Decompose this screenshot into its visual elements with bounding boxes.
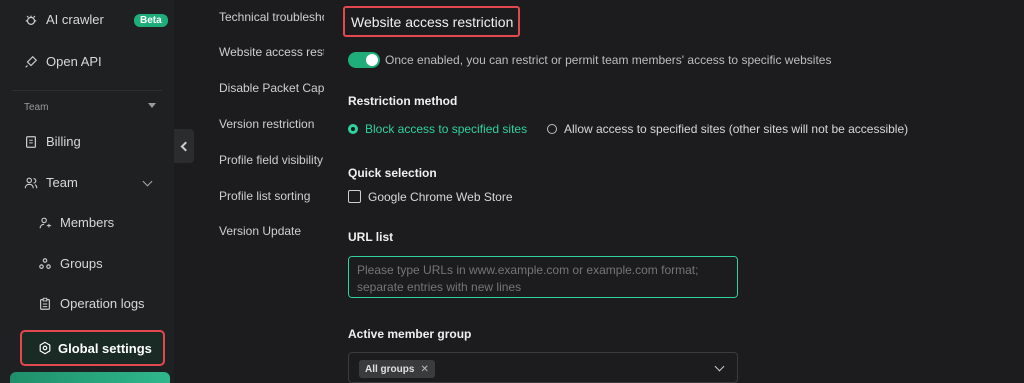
subnav-item-version-restriction[interactable]: Version restriction: [219, 117, 324, 131]
close-icon[interactable]: ✕: [420, 364, 428, 375]
users-icon: [24, 177, 38, 188]
chrome-web-store-label[interactable]: Google Chrome Web Store: [368, 190, 513, 204]
sidebar-item-operation-logs[interactable]: Operation logs: [38, 296, 145, 311]
url-list-input[interactable]: [348, 256, 738, 298]
radio-block-access-label[interactable]: Block access to specified sites: [365, 122, 527, 136]
sidebar-item-ai-crawler[interactable]: AI crawler: [24, 12, 104, 27]
chevron-down-icon[interactable]: [142, 176, 153, 187]
sidebar-item-label: Groups: [60, 256, 103, 271]
subnav-item-version-update[interactable]: Version Update: [219, 224, 324, 238]
group-tag: All groups ✕: [359, 360, 435, 378]
sidebar-item-groups[interactable]: Groups: [38, 256, 103, 271]
member-group-select[interactable]: All groups ✕: [348, 352, 738, 383]
sidebar-item-label: Members: [60, 215, 115, 230]
sidebar-item-label: Global settings: [58, 340, 152, 356]
chrome-web-store-checkbox[interactable]: [348, 190, 361, 203]
restriction-method-label: Restriction method: [348, 94, 458, 108]
main-panel: Website access restriction Once enabled,…: [334, 0, 1024, 383]
subnav-item-profile-field-visibility[interactable]: Profile field visibility: [219, 153, 324, 167]
group-icon: [39, 257, 51, 269]
radio-allow-access[interactable]: [547, 124, 557, 134]
collapse-sidebar-button[interactable]: [174, 129, 194, 163]
sidebar-item-label: Operation logs: [60, 296, 145, 311]
sidebar-bottom-button[interactable]: [10, 372, 170, 383]
restriction-toggle[interactable]: [348, 52, 380, 68]
bug-icon: [25, 15, 37, 25]
sidebar-item-global-settings[interactable]: Global settings: [20, 330, 165, 366]
chevron-left-icon: [180, 141, 191, 151]
member-icon: [39, 217, 52, 228]
subnav-item-profile-list-sorting[interactable]: Profile list sorting: [219, 189, 324, 203]
sidebar-item-label: Team: [46, 175, 78, 190]
sidebar-item-label: AI crawler: [46, 12, 104, 27]
sidebar-item-billing[interactable]: Billing: [24, 134, 81, 149]
group-tag-label: All groups: [365, 363, 415, 375]
document-icon: [26, 135, 36, 148]
beta-badge: Beta: [134, 14, 168, 27]
quick-selection-label: Quick selection: [348, 166, 437, 180]
sidebar-item-label: Billing: [46, 134, 81, 149]
active-member-group-label: Active member group: [348, 327, 472, 341]
caret-down-icon[interactable]: [148, 103, 156, 108]
subnav-item-disable-packet-capture[interactable]: Disable Packet Capture: [219, 81, 324, 95]
sidebar-item-team[interactable]: Team: [24, 175, 78, 190]
sidebar-item-members[interactable]: Members: [38, 215, 114, 230]
subnav-item-website-access[interactable]: Website access restriction: [219, 45, 324, 59]
radio-block-access[interactable]: [348, 124, 358, 134]
plug-icon: [25, 55, 38, 68]
sidebar: AI crawler Beta Open API Team Billing Te…: [0, 0, 174, 383]
sidebar-item-label: Open API: [46, 54, 102, 69]
toggle-description: Once enabled, you can restrict or permit…: [385, 53, 832, 67]
sidebar-divider: [12, 90, 162, 91]
url-list-label: URL list: [348, 230, 394, 244]
sidebar-item-open-api[interactable]: Open API: [24, 54, 102, 69]
subnav-item-technical-troubleshooting[interactable]: Technical troubleshooting: [219, 10, 324, 24]
chevron-down-icon[interactable]: [714, 361, 725, 372]
clipboard-icon: [40, 297, 50, 310]
radio-allow-access-label[interactable]: Allow access to specified sites (other s…: [564, 122, 908, 136]
page-title-text: Website access restriction: [351, 13, 514, 30]
settings-subnav: Technical troubleshooting Website access…: [194, 0, 334, 383]
settings-icon: [39, 341, 51, 355]
team-section-header: Team: [24, 102, 49, 113]
page-title: Website access restriction: [343, 6, 520, 37]
